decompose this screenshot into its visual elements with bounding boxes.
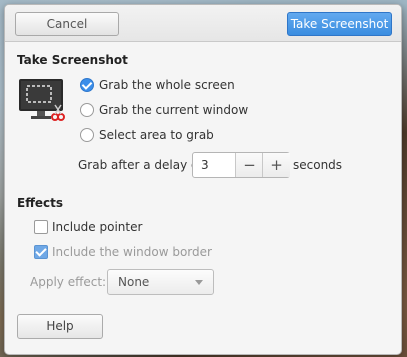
option-whole-screen-label[interactable]: Grab the whole screen	[99, 76, 235, 94]
chevron-down-icon	[195, 280, 203, 285]
include-pointer-checkbox[interactable]	[34, 220, 48, 234]
cancel-button[interactable]: Cancel	[15, 12, 119, 36]
delay-spinbutton[interactable]: 3 − +	[192, 152, 290, 178]
delay-value[interactable]: 3	[201, 153, 209, 177]
take-screenshot-heading: Take Screenshot	[17, 53, 128, 67]
dialog-header: Cancel Take Screenshot	[5, 5, 401, 42]
decrement-button[interactable]: −	[235, 153, 263, 177]
include-border-checkbox[interactable]	[34, 245, 48, 259]
take-screenshot-button[interactable]: Take Screenshot	[287, 12, 392, 36]
radio-current-window[interactable]	[80, 103, 94, 117]
radio-select-area[interactable]	[80, 128, 94, 142]
delay-label: Grab after a delay of	[78, 158, 203, 172]
include-border-label[interactable]: Include the window border	[52, 243, 212, 261]
include-pointer-label[interactable]: Include pointer	[52, 218, 142, 236]
radio-whole-screen[interactable]	[80, 78, 94, 92]
screenshot-monitor-icon	[19, 79, 65, 121]
option-current-window-label[interactable]: Grab the current window	[99, 101, 248, 119]
help-button[interactable]: Help	[17, 314, 103, 339]
apply-effect-value: None	[118, 275, 150, 289]
delay-unit: seconds	[293, 158, 343, 172]
apply-effect-dropdown[interactable]: None	[107, 269, 214, 295]
apply-effect-label: Apply effect:	[30, 275, 107, 289]
increment-button[interactable]: +	[262, 153, 290, 177]
effects-heading: Effects	[17, 196, 64, 210]
screenshot-dialog: Cancel Take Screenshot Take Screenshot G…	[4, 4, 402, 355]
option-select-area-label[interactable]: Select area to grab	[99, 126, 214, 144]
